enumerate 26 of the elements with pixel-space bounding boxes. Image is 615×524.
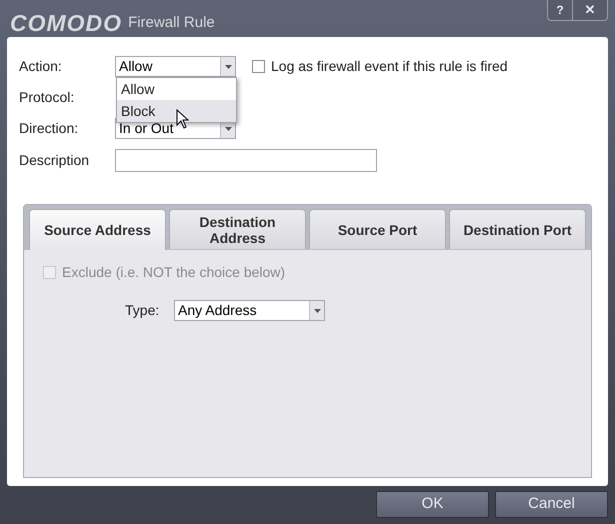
field-label: Description <box>19 151 90 170</box>
field-label: Type: <box>125 301 160 320</box>
field-label: Protocol: <box>19 88 76 107</box>
checkbox-label: Exclude (i.e. NOT the choice below) <box>62 263 286 282</box>
caret-icon <box>314 308 320 312</box>
field-label: Direction: <box>19 119 80 138</box>
dropdown-option[interactable]: Allow <box>117 78 236 100</box>
tab[interactable]: Source Address <box>29 209 166 250</box>
logo: COMODO <box>10 9 122 38</box>
description-field[interactable] <box>115 149 377 172</box>
type-dropdown[interactable]: Any Address <box>174 300 325 321</box>
dropdown-option[interactable]: Block <box>117 100 236 122</box>
window-title: Firewall Rule <box>128 13 215 33</box>
caret-icon <box>224 64 232 68</box>
field-label: Action: <box>19 57 63 76</box>
caret-icon <box>224 126 232 130</box>
tab[interactable]: Source Port <box>309 209 446 249</box>
tab[interactable]: Destination Port <box>449 209 586 249</box>
close-button[interactable]: ✕ <box>573 0 608 21</box>
help-button[interactable]: ? <box>547 0 573 21</box>
checkbox[interactable] <box>252 60 265 73</box>
action-dropdown[interactable]: Allow <box>115 56 236 77</box>
dialog-button[interactable]: Cancel <box>495 491 608 518</box>
checkbox-label: Log as firewall event if this rule is fired <box>271 57 508 76</box>
dialog-button[interactable]: OK <box>376 491 489 518</box>
tab[interactable]: Destination Address <box>169 209 306 249</box>
